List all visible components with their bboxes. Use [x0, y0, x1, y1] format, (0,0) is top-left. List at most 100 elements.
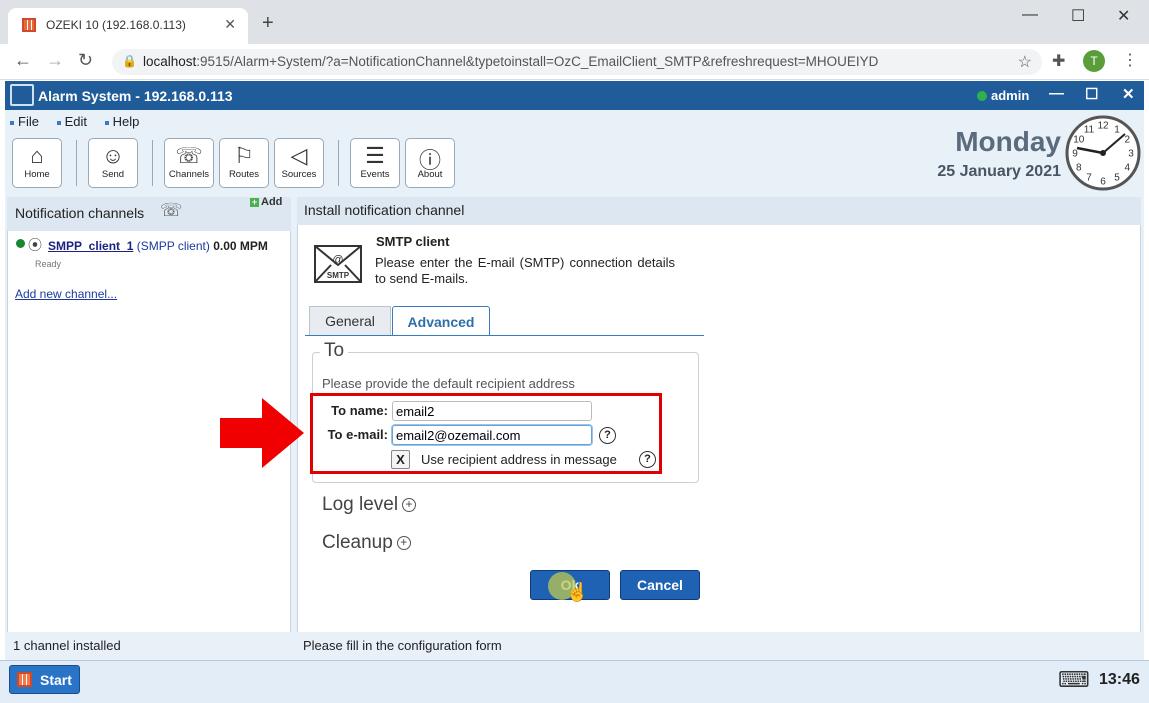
app-maximize-button[interactable]: ☐ [1085, 85, 1098, 103]
window-minimize-button[interactable]: — [1022, 6, 1038, 24]
left-panel-status: 1 channel installed [13, 638, 121, 653]
to-name-field[interactable] [392, 401, 592, 421]
app-close-button[interactable]: ✕ [1122, 85, 1135, 103]
routes-button[interactable]: ⚐ Routes [219, 138, 269, 188]
close-tab-icon[interactable]: ✕ [224, 16, 236, 33]
events-button[interactable]: ☰ Events [350, 138, 400, 188]
back-arrow-icon[interactable]: ← [14, 50, 32, 71]
channel-list-item[interactable]: SMPP_client_1 (SMPP client) 0.00 MPM [48, 239, 268, 253]
reload-icon[interactable]: ↻ [78, 50, 93, 71]
clock-number: 3 [1128, 149, 1134, 160]
url-path: :9515/Alarm+System/?a=NotificationChanne… [196, 54, 879, 69]
ozeki-favicon-icon [22, 18, 36, 32]
channel-status: Ready [35, 259, 62, 269]
channels-icon: ☏ [175, 143, 203, 168]
browser-menu-icon[interactable]: ⋮ [1122, 50, 1138, 70]
expand-plus-icon[interactable]: + [402, 497, 417, 512]
channel-name-link[interactable]: SMPP_client_1 [48, 239, 133, 253]
to-email-field[interactable] [391, 424, 593, 446]
app-logo-icon [10, 84, 34, 106]
tab-general[interactable]: General [309, 306, 391, 335]
left-panel-title: Notification channels [15, 205, 145, 221]
routes-label: Routes [228, 169, 260, 180]
envelope-label: SMTP [327, 271, 350, 280]
add-new-channel-link[interactable]: Add new channel... [15, 287, 117, 301]
analog-clock-icon: 12 12 3 45678 9 1011 [1065, 115, 1141, 191]
channels-button[interactable]: ☏ Channels [164, 138, 214, 188]
start-icon [17, 672, 32, 687]
home-button[interactable]: ⌂ Home [12, 138, 62, 188]
url-host: localhost [143, 54, 197, 69]
channel-rate: 0.00 MPM [213, 239, 268, 253]
bookmark-star-icon[interactable]: ☆ [1018, 52, 1032, 72]
log-level-label: Log level [322, 494, 399, 515]
to-legend: To [320, 340, 349, 362]
send-button[interactable]: ☺ Send [88, 138, 138, 188]
events-icon: ☰ [365, 143, 385, 168]
extensions-puzzle-icon[interactable]: ✚ [1052, 51, 1065, 71]
right-panel-status: Please fill in the configuration form [303, 638, 502, 653]
cleanup-label: Cleanup [322, 532, 393, 553]
toolbar-separator [152, 140, 153, 186]
smtp-envelope-icon: @ SMTP [314, 245, 362, 283]
log-level-section[interactable]: Log level + [322, 494, 417, 516]
clock-number: 1 [1114, 124, 1120, 135]
start-label: Start [40, 672, 72, 688]
use-recipient-checkbox[interactable]: X [391, 450, 410, 469]
email-help-icon[interactable]: ? [599, 427, 616, 444]
svg-text:@: @ [332, 254, 343, 266]
home-label: Home [24, 169, 50, 180]
clock-number: 9 [1072, 149, 1078, 160]
start-button[interactable]: Start [9, 665, 80, 694]
clock-number: 10 [1073, 135, 1085, 146]
recipient-help-icon[interactable]: ? [639, 451, 656, 468]
add-channel-button[interactable]: Add [250, 196, 282, 208]
expand-plus-icon[interactable]: + [396, 535, 411, 550]
smtp-client-description: Please enter the E-mail (SMTP) connectio… [375, 255, 675, 286]
user-name[interactable]: admin [991, 88, 1029, 103]
menu-file[interactable]: File [10, 114, 39, 129]
cancel-button[interactable]: Cancel [620, 570, 700, 600]
channel-status-dot [16, 239, 25, 248]
channels-icon: ☏ [160, 200, 183, 220]
sources-button[interactable]: ◁ Sources [274, 138, 324, 188]
use-recipient-label: Use recipient address in message [421, 452, 617, 467]
url-field[interactable]: 🔒 localhost:9515/Alarm+System/?a=Notific… [112, 49, 1042, 75]
tab-advanced[interactable]: Advanced [392, 306, 490, 336]
channel-type: (SMPP client) [136, 239, 210, 253]
browser-tab-title: OZEKI 10 (192.168.0.113) [46, 18, 186, 32]
about-icon: ⓘ [418, 148, 441, 173]
clock-number: 5 [1114, 173, 1120, 184]
events-label: Events [360, 169, 390, 180]
clock-number: 6 [1100, 177, 1106, 188]
cleanup-section[interactable]: Cleanup + [322, 532, 411, 554]
send-icon: ☺ [101, 143, 125, 168]
new-tab-button[interactable]: + [262, 12, 274, 35]
window-close-button[interactable]: ✕ [1117, 6, 1130, 26]
online-status-dot [977, 91, 987, 101]
menu-edit[interactable]: Edit [57, 114, 87, 129]
clock-number: 2 [1124, 135, 1130, 146]
about-label: About [417, 169, 443, 180]
day-label: Monday [955, 126, 1061, 157]
toolbar-separator [338, 140, 339, 186]
forward-arrow-icon[interactable]: → [46, 50, 64, 71]
profile-avatar[interactable]: T [1083, 50, 1105, 72]
date-label: 25 January 2021 [937, 163, 1061, 180]
window-maximize-button[interactable]: ☐ [1071, 6, 1085, 26]
keyboard-icon[interactable]: ⌨ [1058, 667, 1090, 693]
to-name-label: To name: [331, 403, 388, 418]
browser-tab[interactable]: OZEKI 10 (192.168.0.113) ✕ [8, 8, 248, 44]
sources-label: Sources [281, 169, 317, 180]
routes-icon: ⚐ [234, 143, 254, 168]
taskbar-time: 13:46 [1099, 671, 1140, 688]
app-minimize-button[interactable]: — [1049, 85, 1064, 102]
about-button[interactable]: ⓘ About [405, 138, 455, 188]
clock-number: 11 [1084, 124, 1095, 135]
menu-help[interactable]: Help [105, 114, 140, 129]
taskbar [0, 660, 1149, 703]
menu-bar: File Edit Help [10, 114, 153, 129]
send-label: Send [101, 169, 125, 180]
to-email-label: To e-mail: [327, 427, 388, 442]
smtp-client-title: SMTP client [376, 234, 450, 249]
